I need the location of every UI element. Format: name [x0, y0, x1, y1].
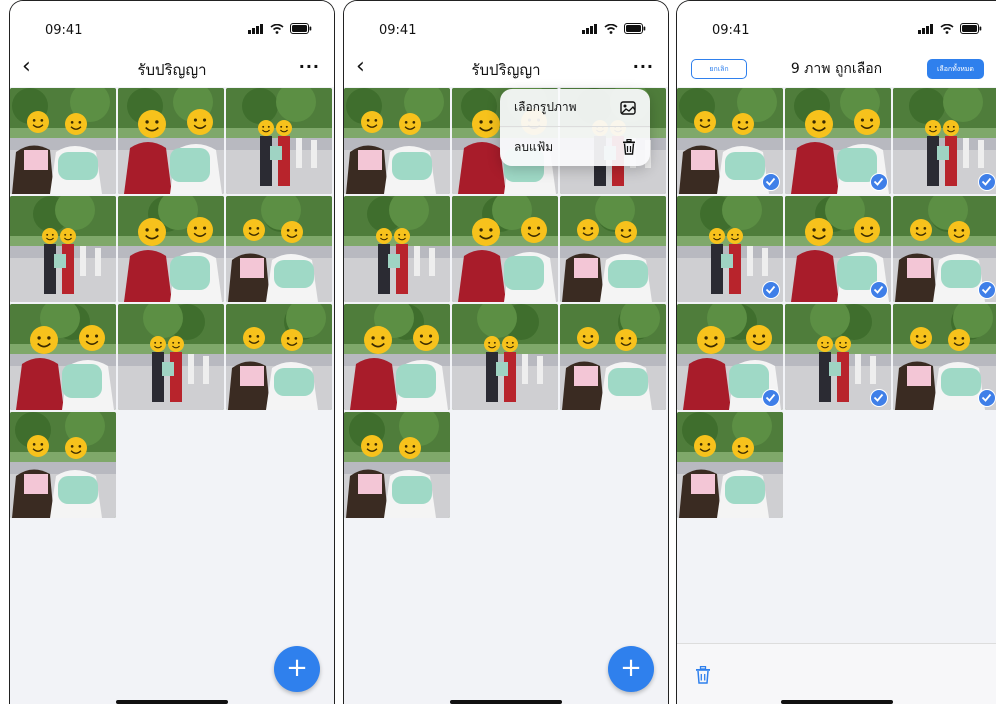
home-indicator [116, 700, 228, 704]
battery-icon [624, 23, 646, 34]
selected-check-icon [870, 389, 888, 407]
home-indicator [450, 700, 562, 704]
photo-image [118, 196, 224, 302]
photo-thumbnail[interactable] [344, 412, 450, 518]
status-time: 09:41 [712, 23, 750, 38]
trash-icon [623, 139, 635, 155]
battery-icon [290, 23, 312, 34]
photo-thumbnail[interactable] [893, 196, 996, 302]
photo-thumbnail[interactable] [677, 88, 783, 194]
photo-thumbnail[interactable] [226, 196, 332, 302]
photo-image [560, 304, 666, 410]
selected-check-icon [762, 389, 780, 407]
photo-thumbnail[interactable] [785, 304, 891, 410]
delete-button[interactable] [695, 665, 711, 688]
photo-image [677, 412, 783, 518]
photo-thumbnail[interactable] [560, 196, 666, 302]
photo-thumbnail[interactable] [118, 196, 224, 302]
photo-image [10, 88, 116, 194]
photo-thumbnail[interactable] [344, 196, 450, 302]
nav-bar: ‹ รับปริญญา ... [10, 49, 334, 87]
signal-icon [248, 23, 263, 34]
more-options-button[interactable]: ... [633, 53, 654, 72]
signal-icon [582, 23, 597, 34]
selected-check-icon [762, 281, 780, 299]
photo-image [10, 412, 116, 518]
select-screen: 09:41 ยกเลิก 9 ภาพ ถูกเลือก เลือกทั้งหมด [676, 0, 996, 704]
photo-thumbnail[interactable] [10, 412, 116, 518]
photo-image [226, 304, 332, 410]
status-time: 09:41 [379, 23, 417, 38]
photo-thumbnail[interactable] [344, 88, 450, 194]
menu-item-select-photos[interactable]: เลือกรูปภาพ [500, 89, 650, 127]
selected-check-icon [870, 173, 888, 191]
photo-grid [10, 88, 334, 518]
home-indicator [780, 700, 893, 704]
photo-thumbnail[interactable] [893, 304, 996, 410]
photo-thumbnail[interactable] [785, 196, 891, 302]
photo-image [452, 196, 558, 302]
photo-thumbnail[interactable] [677, 196, 783, 302]
photo-image [226, 196, 332, 302]
photo-thumbnail[interactable] [10, 196, 116, 302]
menu-item-label: ลบแฟ้ม [514, 139, 554, 154]
album-title: รับปริญญา [137, 61, 207, 79]
selected-check-icon [978, 281, 996, 299]
photo-thumbnail[interactable] [677, 412, 783, 518]
add-photo-button[interactable]: + [274, 646, 320, 692]
photo-thumbnail[interactable] [893, 88, 996, 194]
album-title: รับปริญญา [471, 61, 541, 79]
signal-icon [918, 23, 933, 34]
system-icons [248, 23, 312, 34]
album-screen: 09:41 ‹ รับปริญญา ... + [9, 0, 335, 704]
photo-image [344, 412, 450, 518]
nav-bar: ‹ รับปริญญา ... [344, 49, 668, 87]
trash-icon [696, 665, 710, 684]
add-photo-button[interactable]: + [608, 646, 654, 692]
bottom-toolbar [677, 643, 996, 704]
status-time: 09:41 [45, 23, 83, 38]
selected-check-icon [762, 173, 780, 191]
photo-thumbnail[interactable] [226, 304, 332, 410]
image-icon [620, 100, 636, 115]
photo-thumbnail[interactable] [452, 196, 558, 302]
photo-grid [677, 88, 996, 518]
photo-image [10, 196, 116, 302]
wifi-icon [604, 23, 618, 34]
photo-image [118, 304, 224, 410]
battery-icon [960, 23, 982, 34]
wifi-icon [270, 23, 284, 34]
more-options-button[interactable]: ... [299, 53, 320, 72]
selected-check-icon [870, 281, 888, 299]
photo-image [344, 196, 450, 302]
selection-bar: ยกเลิก 9 ภาพ ถูกเลือก เลือกทั้งหมด [677, 49, 996, 87]
photo-image [344, 304, 450, 410]
photo-image [452, 304, 558, 410]
menu-item-delete-folder[interactable]: ลบแฟ้ม [500, 128, 650, 166]
context-menu: เลือกรูปภาพ ลบแฟ้ม [500, 89, 650, 166]
wifi-icon [940, 23, 954, 34]
photo-image [226, 88, 332, 194]
photo-image [10, 304, 116, 410]
photo-thumbnail[interactable] [344, 304, 450, 410]
photo-thumbnail[interactable] [452, 304, 558, 410]
photo-thumbnail[interactable] [118, 88, 224, 194]
system-icons [582, 23, 646, 34]
photo-thumbnail[interactable] [785, 88, 891, 194]
select-all-button[interactable]: เลือกทั้งหมด [927, 59, 984, 79]
photo-thumbnail[interactable] [10, 88, 116, 194]
system-icons [918, 23, 982, 34]
photo-thumbnail[interactable] [560, 304, 666, 410]
photo-thumbnail[interactable] [677, 304, 783, 410]
photo-thumbnail[interactable] [226, 88, 332, 194]
photo-image [118, 88, 224, 194]
photo-thumbnail[interactable] [10, 304, 116, 410]
photo-thumbnail[interactable] [118, 304, 224, 410]
menu-screen: 09:41 ‹ รับปริญญา ... เลือกรูปภาพ ลบแฟ้ม… [343, 0, 669, 704]
menu-item-label: เลือกรูปภาพ [514, 100, 577, 114]
selected-check-icon [978, 389, 996, 407]
selected-check-icon [978, 173, 996, 191]
photo-image [560, 196, 666, 302]
photo-image [344, 88, 450, 194]
